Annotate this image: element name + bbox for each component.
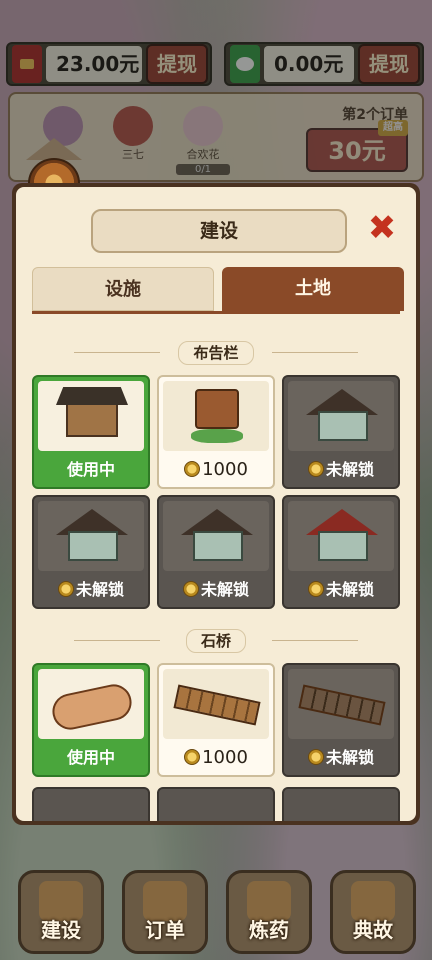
- card-bulletin-2[interactable]: 1000: [157, 375, 275, 489]
- nav-label: 炼药: [249, 918, 289, 942]
- nav-label: 典故: [353, 918, 393, 942]
- section-title: 石桥: [185, 629, 246, 653]
- vine-notice-icon: [38, 501, 144, 571]
- wooden-sign-icon: [163, 381, 269, 451]
- card-bridge-1[interactable]: 使用中: [32, 663, 150, 777]
- tab-underline: [32, 311, 400, 314]
- plank-bridge-icon: [163, 669, 269, 739]
- nav-build-button[interactable]: 建设: [18, 870, 104, 954]
- coin-icon: [184, 749, 201, 765]
- card-status: 未解锁: [284, 457, 398, 483]
- section-header-bulletin: 布告栏: [16, 341, 416, 365]
- coin-icon: [182, 581, 199, 597]
- vine-notice-icon: [163, 501, 269, 571]
- section-header-bridge: 石桥: [16, 629, 416, 653]
- card-status: 未解锁: [284, 745, 398, 771]
- coin-icon: [307, 581, 324, 597]
- card-price: 1000: [159, 745, 273, 771]
- card-peek: [32, 787, 150, 821]
- coin-icon: [184, 461, 201, 477]
- coin-icon: [307, 749, 324, 765]
- card-bridge-2[interactable]: 1000: [157, 663, 275, 777]
- card-price: 1000: [159, 457, 273, 483]
- next-row-peek: [32, 787, 404, 821]
- nav-orders-button[interactable]: 订单: [122, 870, 208, 954]
- card-bridge-3[interactable]: 未解锁: [282, 663, 400, 777]
- card-peek: [157, 787, 275, 821]
- close-icon[interactable]: ✖: [366, 211, 398, 245]
- red-roof-notice-icon: [288, 501, 394, 571]
- card-bulletin-3[interactable]: 未解锁: [282, 375, 400, 489]
- modal-tabs: 设施 土地: [32, 267, 404, 311]
- nav-lore-button[interactable]: 典故: [330, 870, 416, 954]
- log-bridge-icon: [38, 669, 144, 739]
- tab-land[interactable]: 土地: [222, 267, 404, 311]
- card-bulletin-5[interactable]: 未解锁: [157, 495, 275, 609]
- card-bulletin-1[interactable]: 使用中: [32, 375, 150, 489]
- card-status: 使用中: [66, 748, 115, 767]
- card-peek: [282, 787, 400, 821]
- coin-icon: [57, 581, 74, 597]
- stone-bridge-icon: [288, 669, 394, 739]
- nav-alchemy-button[interactable]: 炼药: [226, 870, 312, 954]
- card-bulletin-4[interactable]: 未解锁: [32, 495, 150, 609]
- card-status: 使用中: [66, 460, 115, 479]
- card-status: 未解锁: [159, 577, 273, 603]
- modal-title: 建设: [91, 209, 347, 253]
- tab-facilities[interactable]: 设施: [32, 267, 214, 311]
- bulletin-board-icon: [38, 381, 144, 451]
- card-bulletin-6[interactable]: 未解锁: [282, 495, 400, 609]
- section-title: 布告栏: [178, 341, 254, 365]
- nav-label: 订单: [145, 918, 185, 942]
- card-status: 未解锁: [284, 577, 398, 603]
- bottom-nav: 建设 订单 炼药 典故: [0, 864, 432, 960]
- coin-icon: [307, 461, 324, 477]
- pavilion-notice-icon: [288, 381, 394, 451]
- nav-label: 建设: [41, 918, 81, 942]
- card-status: 未解锁: [34, 577, 148, 603]
- build-modal-content: 建设 ✖ 设施 土地 布告栏 使用中 1000 未解锁 未解锁 未解锁 未解锁 …: [16, 187, 416, 821]
- build-modal: 建设 ✖ 设施 土地 布告栏 使用中 1000 未解锁 未解锁 未解锁 未解锁 …: [12, 183, 420, 825]
